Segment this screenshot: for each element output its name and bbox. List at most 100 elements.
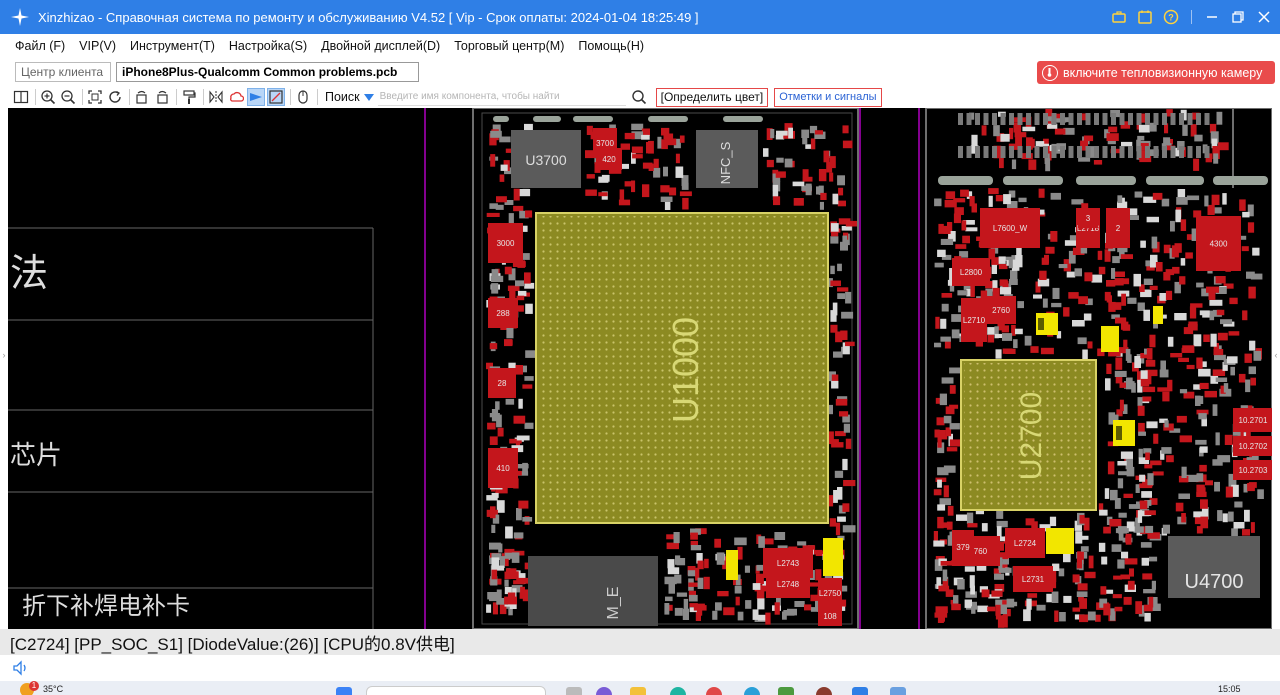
- smd-component: [1162, 524, 1170, 534]
- smd-component: [1098, 266, 1106, 275]
- component-label-group[interactable]: 4300: [1196, 216, 1241, 271]
- smd-component: [618, 199, 631, 206]
- component-label-group[interactable]: 3: [1078, 208, 1098, 228]
- chip-u1000[interactable]: U1000: [535, 212, 829, 524]
- component-label-group[interactable]: 3000: [488, 223, 523, 263]
- component-label-group[interactable]: 28: [488, 368, 516, 398]
- menu-help[interactable]: Помощь(H): [571, 39, 651, 53]
- connector-pin: [975, 113, 980, 125]
- component-label-group[interactable]: 288: [488, 298, 518, 328]
- component-label-group[interactable]: 2760: [986, 296, 1016, 324]
- smd-component: [513, 188, 520, 201]
- menu-store[interactable]: Торговый центр(M): [447, 39, 571, 53]
- search-dropdown-icon[interactable]: [363, 93, 374, 101]
- marks-signals-button[interactable]: Отметки и сигналы: [774, 87, 882, 107]
- right-collapse-icon[interactable]: ‹: [1272, 330, 1280, 380]
- smd-component: [829, 495, 834, 507]
- rotate-right-icon[interactable]: [153, 88, 171, 106]
- menu-file[interactable]: Файл (F): [8, 39, 72, 53]
- restore-icon[interactable]: [1228, 7, 1248, 27]
- smd-component: [1147, 532, 1160, 539]
- paint-brush-icon[interactable]: [180, 88, 198, 106]
- component-search-input[interactable]: [377, 88, 626, 106]
- smd-component: [1178, 357, 1189, 362]
- search-icon[interactable]: [630, 88, 648, 106]
- telegram-icon[interactable]: [744, 687, 760, 695]
- component-label-group[interactable]: 2: [1106, 208, 1130, 248]
- split-view-icon[interactable]: [12, 88, 30, 106]
- chip-m-e[interactable]: M_E: [528, 556, 658, 626]
- cloud-layer-icon[interactable]: [227, 88, 245, 106]
- component-label-group[interactable]: L2724: [1005, 528, 1045, 558]
- refresh-icon[interactable]: [106, 88, 124, 106]
- app-icon[interactable]: [778, 687, 794, 695]
- component-label-group[interactable]: 10.2701: [1233, 408, 1272, 432]
- mouse-icon[interactable]: [294, 88, 312, 106]
- fit-screen-icon[interactable]: [86, 88, 104, 106]
- smd-component: [734, 585, 742, 594]
- rotate-left-icon[interactable]: [133, 88, 151, 106]
- component-label-group[interactable]: 10.2702: [1233, 436, 1272, 456]
- component-label-group[interactable]: L2748: [766, 570, 810, 598]
- thermal-camera-button[interactable]: включите тепловизионную камеру: [1037, 61, 1275, 84]
- smd-component: [1217, 332, 1228, 341]
- connector-pin: [1034, 113, 1040, 125]
- component-label-group[interactable]: L2731: [1013, 566, 1053, 592]
- zoom-in-icon[interactable]: [39, 88, 57, 106]
- app-icon[interactable]: [816, 687, 832, 695]
- menu-vip[interactable]: VIP(V): [72, 39, 123, 53]
- left-collapse-icon[interactable]: ›: [0, 330, 8, 380]
- pcb-canvas[interactable]: 法 芯片 折下补焊电补卡 U1000 U2700 U3700 U4700 NFC…: [8, 108, 1272, 629]
- connector-pin: [1196, 113, 1201, 125]
- component-label-group[interactable]: 379: [952, 530, 974, 564]
- speaker-icon[interactable]: [12, 659, 30, 677]
- browser-chrome-icon[interactable]: [706, 687, 722, 695]
- app-icon[interactable]: [890, 687, 906, 695]
- chat-app-icon[interactable]: [596, 687, 612, 695]
- xinzhizao-taskbar-icon[interactable]: [852, 687, 868, 695]
- chip-u4700[interactable]: U4700: [1168, 536, 1260, 598]
- component-label-group[interactable]: 10.2703: [1233, 460, 1272, 480]
- task-view-icon[interactable]: [566, 687, 582, 695]
- zoom-out-icon[interactable]: [59, 88, 77, 106]
- browser-edge-icon[interactable]: [670, 687, 686, 695]
- mirror-icon[interactable]: [207, 88, 225, 106]
- pcb-board[interactable]: 法 芯片 折下补焊电补卡 U1000 U2700 U3700 U4700 NFC…: [8, 108, 1272, 629]
- component-label-group[interactable]: L2750: [818, 578, 842, 608]
- chip-nfc[interactable]: NFC_S: [696, 130, 758, 188]
- board-view-icon[interactable]: [267, 88, 285, 106]
- pointer-mode-icon[interactable]: [247, 88, 265, 106]
- start-menu-icon[interactable]: [336, 687, 352, 695]
- tab-client-center[interactable]: Центр клиента: [15, 62, 111, 82]
- component-label-group[interactable]: L7600_W: [980, 208, 1040, 248]
- briefcase-icon[interactable]: [1109, 7, 1129, 27]
- tab-current-file[interactable]: iPhone8Plus-Qualcomm Common problems.pcb: [116, 62, 419, 82]
- smd-component: [793, 198, 804, 206]
- close-icon[interactable]: [1254, 7, 1274, 27]
- smd-component: [937, 249, 946, 257]
- component-label-group[interactable]: 410: [488, 448, 518, 488]
- help-icon[interactable]: ?: [1161, 7, 1181, 27]
- minimize-icon[interactable]: [1202, 7, 1222, 27]
- smd-component: [1118, 512, 1127, 518]
- smd-component: [1030, 346, 1039, 353]
- taskbar-search-icon[interactable]: [366, 686, 546, 695]
- connector-pin: [1068, 146, 1074, 158]
- chip-u2700[interactable]: U2700: [960, 359, 1097, 511]
- component-label-group[interactable]: L2800: [952, 258, 990, 286]
- component-label-group[interactable]: 108: [818, 606, 842, 626]
- smd-component: [837, 175, 845, 186]
- smd-component: [843, 480, 856, 487]
- smd-component: [1095, 614, 1101, 622]
- menu-dual-display[interactable]: Двойной дисплей(D): [314, 39, 447, 53]
- smd-component: [837, 263, 842, 272]
- connector-pin: [1000, 146, 1006, 158]
- calendar-icon[interactable]: [1135, 7, 1155, 27]
- component-label-group[interactable]: L2710: [961, 298, 987, 342]
- chip-u3700[interactable]: U3700: [511, 130, 581, 188]
- menu-tools[interactable]: Инструмент(T): [123, 39, 222, 53]
- menu-settings[interactable]: Настройка(S): [222, 39, 314, 53]
- component-label-group[interactable]: 420: [596, 148, 622, 170]
- file-explorer-icon[interactable]: [630, 687, 646, 695]
- define-color-button[interactable]: [Определить цвет]: [655, 87, 769, 107]
